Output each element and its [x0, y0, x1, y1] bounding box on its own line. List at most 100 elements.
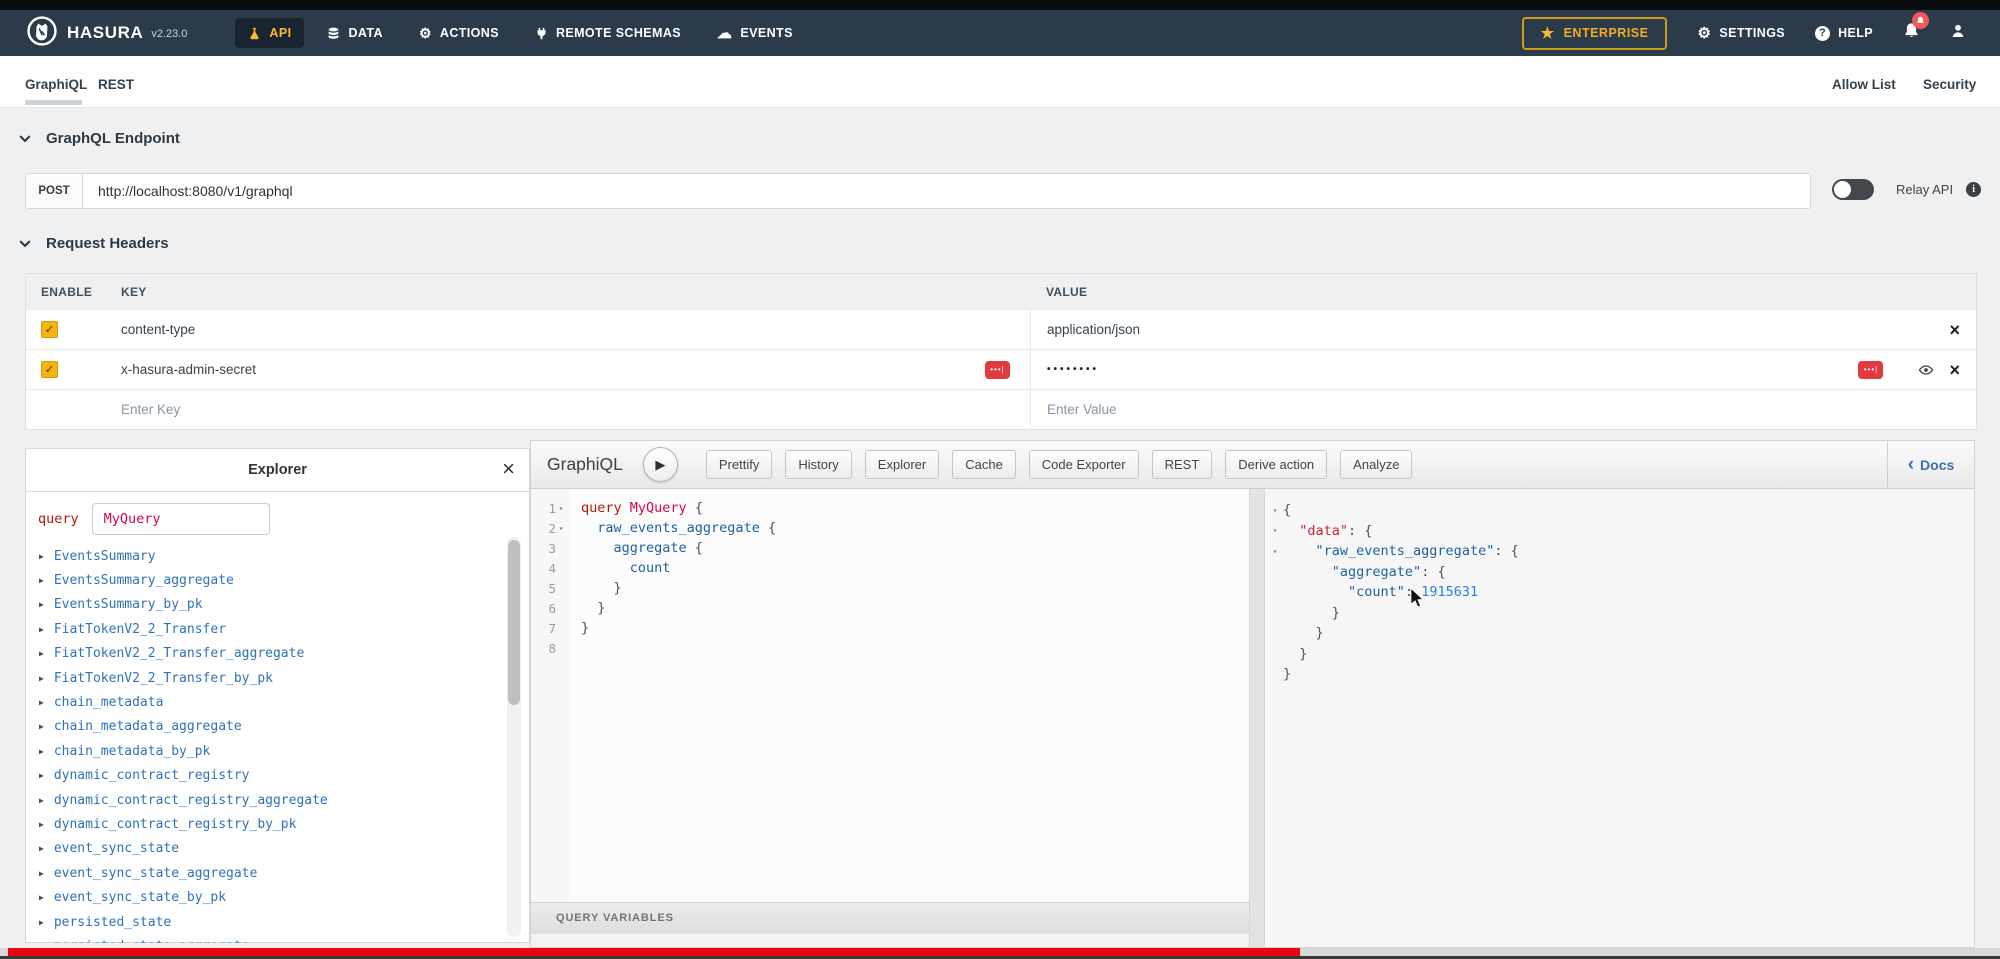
header-key-input[interactable]: x-hasura-admin-secret: [121, 362, 256, 377]
enterprise-button[interactable]: ★ ENTERPRISE: [1522, 17, 1668, 50]
eye-icon[interactable]: [1918, 362, 1934, 378]
info-icon[interactable]: i: [1966, 182, 1981, 197]
nav-item-data[interactable]: DATA: [314, 18, 395, 48]
question-icon: ?: [1815, 26, 1830, 41]
explorer-field-dynamic_contract_registry[interactable]: ▶ dynamic_contract_registry: [39, 764, 529, 788]
query-code-line[interactable]: [581, 638, 1249, 658]
video-progress-bar[interactable]: [8, 948, 1300, 956]
header-key-input[interactable]: content-type: [121, 322, 195, 337]
admin-secret-badge[interactable]: •••|: [985, 361, 1010, 379]
tab-security[interactable]: Security: [1923, 77, 1976, 92]
toolbar-button-derive-action[interactable]: Derive action: [1225, 450, 1327, 479]
query-code-line[interactable]: count: [581, 558, 1249, 578]
explorer-field-event_sync_state_by_pk[interactable]: ▶event_sync_state_by_pk: [39, 885, 529, 909]
tab-allow-list[interactable]: Allow List: [1832, 77, 1896, 92]
request-headers-section-header[interactable]: Request Headers: [19, 235, 169, 252]
field-label: FiatTokenV2_2_Transfer_by_pk: [54, 671, 273, 686]
explorer-field-persisted_state[interactable]: ▶persisted_state: [39, 910, 529, 934]
new-key-input[interactable]: Enter Key: [121, 402, 180, 417]
explorer-field-EventsSummary_aggregate[interactable]: ▶EventsSummary_aggregate: [39, 568, 529, 592]
toolbar-button-analyze[interactable]: Analyze: [1340, 450, 1412, 479]
relay-api-toggle[interactable]: [1832, 179, 1874, 200]
nav-item-events[interactable]: ☁EVENTS: [704, 18, 806, 49]
admin-secret-badge[interactable]: •••|: [1858, 361, 1883, 379]
explorer-scrollbar-thumb[interactable]: [508, 540, 520, 705]
query-name-row: query MyQuery: [38, 503, 529, 535]
explorer-field-event_sync_state[interactable]: ▶event_sync_state: [39, 837, 529, 861]
new-value-input[interactable]: Enter Value: [1047, 402, 1117, 417]
hasura-brand[interactable]: HASURA v2.23.0: [0, 15, 187, 52]
response-json-line: ▾{: [1267, 500, 1974, 521]
response-json-line: "aggregate": {: [1267, 562, 1974, 583]
query-code-line[interactable]: query MyQuery {: [581, 498, 1249, 518]
explorer-field-chain_metadata[interactable]: ▶chain_metadata: [39, 690, 529, 714]
nav-item-label: DATA: [348, 26, 382, 40]
query-editor[interactable]: 1▾2▾345678 query MyQuery { raw_events_ag…: [531, 489, 1249, 902]
triangle-right-icon: ▶: [39, 893, 44, 902]
remove-header-icon[interactable]: ×: [1949, 361, 1960, 379]
nav-item-remote-schemas[interactable]: REMOTE SCHEMAS: [522, 18, 694, 48]
tab-graphiql[interactable]: GraphiQL: [25, 77, 87, 92]
remove-header-icon[interactable]: ×: [1949, 321, 1960, 339]
fold-caret-icon[interactable]: ▾: [1267, 526, 1283, 535]
chevron-down-icon: [19, 130, 31, 147]
line-number: 2▾: [531, 518, 569, 538]
fold-caret-icon[interactable]: ▾: [1267, 506, 1283, 515]
explorer-field-EventsSummary[interactable]: ▶EventsSummary: [39, 544, 529, 568]
toolbar-button-rest[interactable]: REST: [1152, 450, 1213, 479]
triangle-right-icon: ▶: [39, 552, 44, 561]
query-code[interactable]: query MyQuery { raw_events_aggregate { a…: [569, 489, 1249, 902]
triangle-right-icon: ▶: [39, 722, 44, 731]
explorer-field-persisted_state_aggregate[interactable]: ▶persisted_state_aggregate: [39, 934, 529, 943]
query-variables-bar[interactable]: QUERY VARIABLES: [531, 902, 1249, 933]
fold-caret-icon[interactable]: ▾: [556, 504, 566, 513]
header-row: ✓ x-hasura-admin-secret •••| •••••••• •••| ×: [26, 349, 1976, 389]
explorer-field-event_sync_state_aggregate[interactable]: ▶event_sync_state_aggregate: [39, 861, 529, 885]
query-code-line[interactable]: }: [581, 618, 1249, 638]
toolbar-button-code-exporter[interactable]: Code Exporter: [1029, 450, 1139, 479]
nav-item-actions[interactable]: ⚙ACTIONS: [406, 18, 512, 48]
triangle-right-icon: ▶: [39, 869, 44, 878]
explorer-field-FiatTokenV2_2_Transfer_by_pk[interactable]: ▶FiatTokenV2_2_Transfer_by_pk: [39, 666, 529, 690]
help-button[interactable]: ? HELP: [1815, 26, 1873, 41]
triangle-right-icon: ▶: [39, 796, 44, 805]
header-value-input[interactable]: ••••••••: [1047, 364, 1099, 375]
fold-caret-icon[interactable]: ▾: [556, 524, 566, 533]
explorer-field-chain_metadata_by_pk[interactable]: ▶chain_metadata_by_pk: [39, 739, 529, 763]
graphql-endpoint-section-header[interactable]: GraphQL Endpoint: [19, 130, 180, 147]
toolbar-button-explorer[interactable]: Explorer: [865, 450, 939, 479]
toolbar-button-prettify[interactable]: Prettify: [706, 450, 772, 479]
header-value-input[interactable]: application/json: [1047, 322, 1140, 337]
explorer-field-chain_metadata_aggregate[interactable]: ▶chain_metadata_aggregate: [39, 715, 529, 739]
endpoint-url-input[interactable]: http://localhost:8080/v1/graphql: [83, 173, 1811, 209]
explorer-field-dynamic_contract_registry_by_pk[interactable]: ▶dynamic_contract_registry_by_pk: [39, 812, 529, 836]
query-code-line[interactable]: aggregate {: [581, 538, 1249, 558]
docs-button[interactable]: ‹ Docs: [1887, 441, 1974, 488]
toolbar-button-cache[interactable]: Cache: [952, 450, 1016, 479]
toolbar-buttons: Prettify History Explorer Cache Code Exporte…: [706, 450, 1426, 479]
user-menu-button[interactable]: [1950, 23, 1966, 44]
close-icon[interactable]: ×: [502, 456, 515, 482]
query-code-line[interactable]: }: [581, 598, 1249, 618]
explorer-field-FiatTokenV2_2_Transfer[interactable]: ▶FiatTokenV2_2_Transfer: [39, 617, 529, 641]
notifications-button[interactable]: [1903, 22, 1920, 44]
settings-button[interactable]: ⚙ SETTINGS: [1697, 26, 1785, 41]
nav-item-api[interactable]: API: [235, 18, 304, 48]
enable-checkbox[interactable]: ✓: [41, 361, 58, 378]
panel-resize-handle[interactable]: [1249, 489, 1265, 947]
execute-query-button[interactable]: ▶: [643, 447, 678, 482]
triangle-right-icon: ▶: [39, 771, 44, 780]
field-label: dynamic_contract_registry: [54, 768, 250, 783]
explorer-field-dynamic_contract_registry_aggregate[interactable]: ▶dynamic_contract_registry_aggregate: [39, 788, 529, 812]
tab-rest[interactable]: REST: [98, 77, 134, 92]
query-variables-area[interactable]: [531, 933, 1249, 947]
query-code-line[interactable]: raw_events_aggregate {: [581, 518, 1249, 538]
enable-checkbox[interactable]: ✓: [41, 321, 58, 338]
query-name-input[interactable]: MyQuery: [92, 503, 270, 535]
query-code-line[interactable]: }: [581, 578, 1249, 598]
fold-caret-icon[interactable]: ▾: [1267, 547, 1283, 556]
explorer-field-EventsSummary_by_pk[interactable]: ▶EventsSummary_by_pk: [39, 593, 529, 617]
toolbar-button-history[interactable]: History: [785, 450, 851, 479]
relay-api-control: Relay API i: [1832, 179, 1981, 200]
explorer-field-FiatTokenV2_2_Transfer_aggregate[interactable]: ▶FiatTokenV2_2_Transfer_aggregate: [39, 642, 529, 666]
